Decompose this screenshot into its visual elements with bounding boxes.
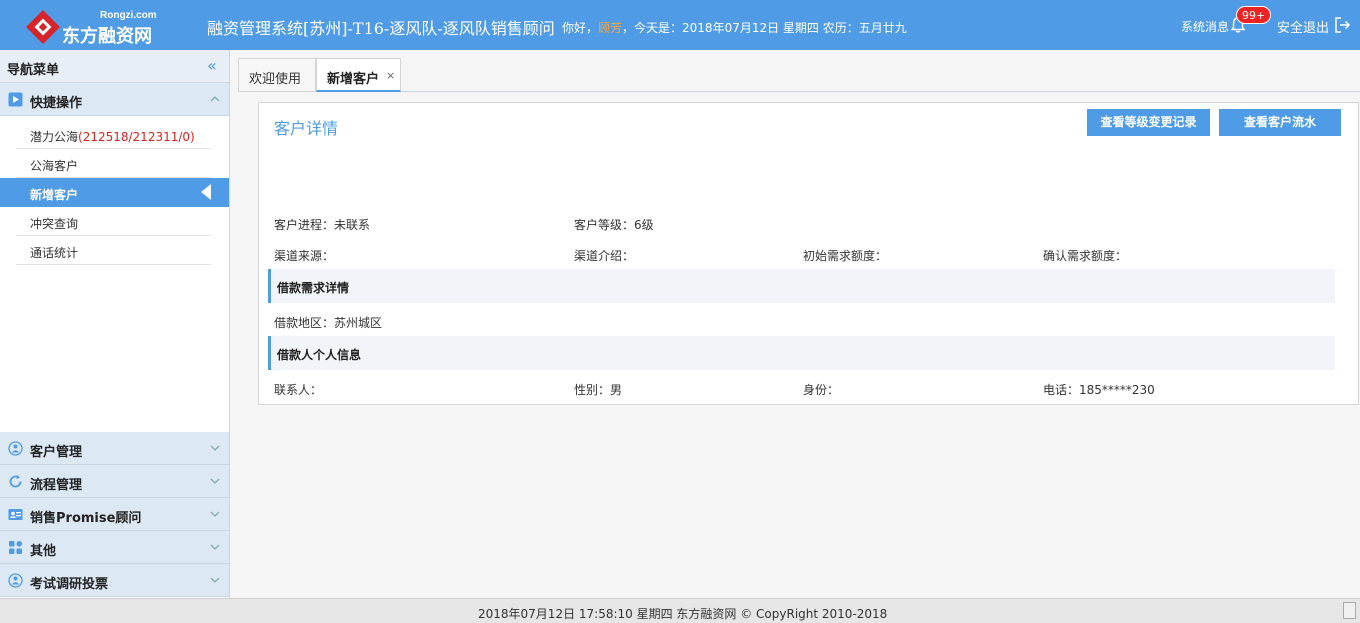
user-icon	[8, 441, 23, 456]
notification-badge: 99+	[1236, 6, 1272, 24]
resize-grip[interactable]	[1343, 602, 1356, 619]
personal-section-header: 借款人个人信息	[268, 336, 1335, 370]
close-tab-icon[interactable]: ×	[386, 69, 395, 82]
channel-source: 渠道来源：	[274, 249, 335, 263]
loan-section-header: 借款需求详情	[268, 269, 1335, 303]
section-title: 借款需求详情	[277, 281, 350, 295]
chevron-down-icon	[210, 478, 220, 484]
tab-label: 欢迎使用	[249, 72, 302, 87]
sidebar-item-label: 潜力公海(212518/212311/0)	[30, 130, 195, 144]
group-quick-ops[interactable]: 快捷操作	[0, 83, 229, 116]
sidebar-item-label: 冲突查询	[30, 217, 79, 231]
tab-label: 新增客户	[327, 72, 380, 87]
sidebar-item-new-customer[interactable]: 新增客户	[0, 178, 229, 207]
group-label: 销售Promise顾问	[30, 511, 142, 526]
contact-person: 联系人：	[274, 383, 323, 397]
gender: 性别：男	[574, 383, 623, 397]
sidebar-item-conflict-query[interactable]: 冲突查询	[0, 207, 229, 236]
top-header: Rongzi.com 东方融资网 融资管理系统[苏州]-T16-逐风队-逐风队销…	[0, 0, 1360, 50]
potential-count: (212518/212311/0)	[78, 130, 195, 144]
group-label: 其他	[30, 544, 57, 559]
user-name[interactable]: 顾芳	[598, 21, 622, 35]
group-label: 流程管理	[30, 478, 83, 493]
system-message-link[interactable]: 系统消息	[1181, 18, 1229, 35]
tab-welcome[interactable]: 欢迎使用	[238, 58, 316, 92]
nav-title: 导航菜单	[7, 63, 60, 78]
logo-subtitle: Rongzi.com	[100, 10, 157, 21]
logout-link[interactable]: 安全退出	[1277, 17, 1329, 36]
group-label: 客户管理	[30, 445, 83, 460]
chevron-down-icon	[210, 511, 220, 517]
panel-title: 客户详情	[274, 119, 339, 138]
greeting: 你好，顾芳，今天是：2018年07月12日 星期四 农历：五月廿九	[562, 19, 907, 36]
logout-icon[interactable]	[1333, 16, 1351, 34]
grid-icon	[9, 541, 22, 554]
play-icon	[8, 92, 23, 107]
main-content: 欢迎使用 新增客户 × 客户详情 查看等级变更记录 查看客户流水 客户进程：未联…	[230, 50, 1360, 598]
group-customer-mgmt[interactable]: 客户管理	[0, 432, 229, 465]
loan-region: 借款地区：苏州城区	[274, 316, 383, 330]
tab-new-customer[interactable]: 新增客户 ×	[316, 58, 401, 92]
group-other[interactable]: 其他	[0, 531, 229, 564]
logo-icon	[26, 10, 60, 44]
greeting-date: ，今天是：2018年07月12日 星期四 农历：五月廿九	[622, 21, 907, 35]
logo: Rongzi.com 东方融资网	[26, 8, 186, 47]
footer: 2018年07月12日 17:58:10 星期四 东方融资网 © CopyRig…	[0, 598, 1360, 623]
section-title: 借款人个人信息	[277, 348, 362, 362]
chevron-down-icon	[210, 577, 220, 583]
sidebar-item-label: 公海客户	[30, 159, 79, 173]
greeting-prefix: 你好，	[562, 21, 599, 35]
id-card-icon	[8, 509, 23, 520]
refresh-icon	[9, 475, 22, 488]
footer-text: 2018年07月12日 17:58:10 星期四 东方融资网 © CopyRig…	[478, 607, 888, 621]
group-exam-survey[interactable]: 考试调研投票	[0, 564, 229, 597]
chevron-up-icon	[210, 96, 220, 102]
chevron-down-icon	[210, 445, 220, 451]
sidebar-item-call-stats[interactable]: 通话统计	[0, 236, 229, 265]
customer-level: 客户等级：6级	[574, 218, 654, 232]
app-root: Rongzi.com 东方融资网 融资管理系统[苏州]-T16-逐风队-逐风队销…	[0, 0, 1360, 623]
customer-detail-panel: 客户详情 查看等级变更记录 查看客户流水 客户进程：未联系 客户等级：6级 渠道…	[258, 102, 1359, 405]
sidebar-item-label: 新增客户	[30, 188, 79, 202]
group-sales-promise[interactable]: 销售Promise顾问	[0, 498, 229, 531]
group-process-mgmt[interactable]: 流程管理	[0, 465, 229, 498]
group-label: 快捷操作	[30, 96, 83, 111]
channel-intro: 渠道介绍：	[574, 249, 635, 263]
sidebar: 导航菜单 « 快捷操作 潜力公海(212518/212311/0) 公海客户 新…	[0, 50, 230, 598]
confirm-amount: 确认需求额度：	[1043, 249, 1128, 263]
identity: 身份：	[803, 383, 840, 397]
tab-bar: 欢迎使用 新增客户 ×	[238, 58, 1360, 92]
nav-header: 导航菜单 «	[0, 50, 229, 83]
sidebar-item-public-customers[interactable]: 公海客户	[0, 149, 229, 178]
group-label: 考试调研投票	[30, 577, 109, 592]
logo-text: 东方融资网	[62, 26, 152, 47]
initial-amount: 初始需求额度：	[803, 249, 888, 263]
system-title: 融资管理系统[苏州]-T16-逐风队-逐风队销售顾问	[207, 19, 555, 38]
phone: 电话：185*****230	[1043, 383, 1155, 397]
sidebar-item-label: 通话统计	[30, 246, 79, 260]
chevron-down-icon	[210, 544, 220, 550]
sidebar-item-potential-sea[interactable]: 潜力公海(212518/212311/0)	[0, 120, 229, 149]
user-icon	[8, 573, 23, 588]
active-pointer	[201, 184, 211, 200]
view-customer-flow-button[interactable]: 查看客户流水	[1219, 109, 1341, 136]
collapse-sidebar-icon[interactable]: «	[207, 56, 217, 75]
customer-progress: 客户进程：未联系	[274, 218, 371, 232]
view-level-log-button[interactable]: 查看等级变更记录	[1087, 109, 1210, 136]
